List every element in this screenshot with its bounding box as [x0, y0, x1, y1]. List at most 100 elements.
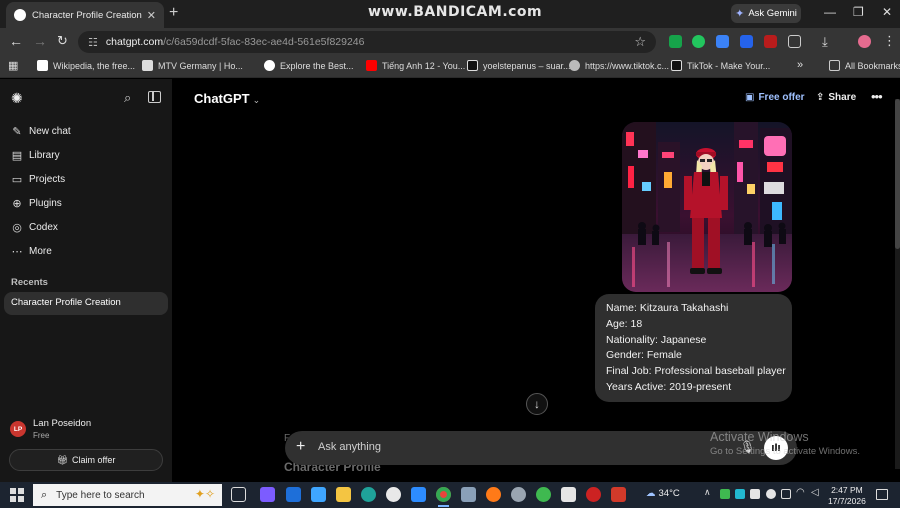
sidebar-item-projects[interactable]: ▭ Projects [11, 173, 65, 186]
sidebar-item-codex[interactable]: ◎ Codex [11, 221, 58, 234]
forward-arrow-icon[interactable]: → [33, 33, 47, 49]
recorder-ext-icon[interactable] [764, 35, 777, 48]
bookmark-item[interactable]: TikTok - Make Your... [671, 60, 770, 71]
download-ext-icon[interactable] [716, 35, 729, 48]
library-icon: ▤ [11, 150, 23, 162]
folder-icon: ▭ [11, 174, 23, 186]
bookmark-item[interactable]: yoelstepanus – suar... [467, 60, 571, 71]
restore-icon[interactable]: ❐ [853, 5, 864, 19]
browser-menu-icon[interactable]: ⋮ [883, 33, 896, 49]
claim-offer-button[interactable]: 🎁︎ Claim offer [9, 449, 163, 471]
app-icon[interactable] [536, 487, 551, 502]
outlook-icon[interactable] [286, 487, 301, 502]
more-bookmarks-chevron-icon[interactable]: » [797, 59, 803, 71]
extension-a-icon[interactable] [669, 35, 682, 48]
bandicam-icon[interactable] [611, 487, 626, 502]
minimize-icon[interactable]: — [824, 5, 836, 19]
bookmark-item[interactable]: MTV Germany | Ho... [142, 60, 243, 71]
app-icon[interactable] [511, 487, 526, 502]
reload-icon[interactable]: ↻ [57, 33, 68, 49]
tiktok-icon [467, 60, 478, 71]
site-info-icon[interactable]: ☷ [88, 36, 98, 49]
scroll-to-bottom-button[interactable]: ↓ [526, 393, 548, 415]
tray-app-icon[interactable] [735, 489, 745, 499]
share-button[interactable]: ⇪ Share [816, 92, 856, 103]
bookmark-label: MTV Germany | Ho... [158, 60, 243, 71]
window-close-icon[interactable]: ✕ [882, 5, 892, 19]
back-arrow-icon[interactable]: ← [9, 33, 23, 49]
profile-line: Nationality: Japanese [606, 333, 707, 346]
media-player-icon[interactable] [386, 487, 401, 502]
sidebar-item-more[interactable]: ⋯ More [11, 245, 52, 258]
bookmark-label: TikTok - Make Your... [687, 60, 771, 71]
store-icon[interactable] [311, 487, 326, 502]
avatar: LP [10, 421, 26, 437]
uploaded-character-image[interactable] [622, 122, 792, 292]
sidebar-toggle-icon[interactable] [148, 91, 161, 103]
firefox-icon[interactable] [486, 487, 501, 502]
address-bar[interactable]: ☷ chatgpt.com/c/6a59dcdf-5fac-83ec-ae4d-… [78, 31, 656, 53]
user-profile[interactable]: LP Lan Poseidon Free [10, 418, 91, 440]
sidebar: ✺ ⌕ ✎ New chat ▤ Library ▭ Projects ⊕ Pl… [0, 79, 172, 482]
bookmark-item[interactable]: Explore the Best... [264, 60, 354, 71]
add-attachment-icon[interactable]: + [296, 438, 305, 456]
tab-close-icon[interactable]: ✕ [147, 9, 156, 22]
extension-grammar-icon[interactable] [692, 35, 705, 48]
sidebar-item-plugins[interactable]: ⊕ Plugins [11, 197, 61, 210]
photos-icon[interactable] [411, 487, 426, 502]
volume-icon[interactable]: ◁ [811, 487, 821, 498]
ask-gemini-button[interactable]: ✦ Ask Gemini [731, 4, 801, 23]
new-tab-button[interactable]: + [169, 4, 178, 22]
browser-tab[interactable]: Character Profile Creation ✕ [6, 2, 164, 28]
search-icon[interactable]: ⌕ [124, 90, 131, 106]
scrollbar-thumb[interactable] [895, 99, 900, 249]
network-icon[interactable] [781, 489, 791, 499]
weather-widget[interactable]: ☁ 34°C [646, 488, 680, 499]
recorder-watermark: www.BANDICAM.com [368, 4, 543, 20]
bookmark-item[interactable]: Tiếng Anh 12 - You... [366, 60, 465, 71]
sidebar-item-new-chat[interactable]: ✎ New chat [11, 125, 70, 138]
copilot-icon[interactable] [260, 487, 275, 502]
system-clock[interactable]: 2:47 PM 17/7/2026 [828, 485, 866, 507]
tray-app-icon[interactable] [750, 489, 760, 499]
wikipedia-icon [37, 60, 48, 71]
gift-icon: ▣ [745, 92, 755, 103]
sidebar-item-library[interactable]: ▤ Library [11, 149, 60, 162]
all-bookmarks-label: All Bookmarks [845, 60, 900, 71]
record-icon[interactable] [586, 487, 601, 502]
file-explorer-icon[interactable] [336, 487, 351, 502]
download-ext-2-icon[interactable] [740, 35, 753, 48]
windows-start-icon[interactable] [10, 488, 24, 502]
edge-icon[interactable] [361, 487, 376, 502]
profile-line: Final Job: Professional baseball player [606, 365, 786, 378]
sidebar-item-label: Codex [29, 222, 58, 233]
free-offer-button[interactable]: ▣ Free offer [745, 92, 805, 103]
bookmark-item[interactable]: Wikipedia, the free... [37, 60, 135, 71]
more-options-icon[interactable]: ••• [871, 89, 883, 104]
bookmark-star-icon[interactable]: ☆ [634, 34, 646, 50]
taskbar-search-box[interactable]: ⌕ Type here to search ✦✧ [33, 484, 222, 506]
bookmark-item[interactable]: https://www.tiktok.c... [569, 60, 669, 71]
all-bookmarks[interactable]: All Bookmarks [829, 60, 900, 71]
chrome-icon[interactable] [436, 487, 451, 507]
scrollbar[interactable] [895, 99, 900, 469]
user-name: Lan Poseidon [33, 418, 92, 429]
composer-placeholder[interactable]: Ask anything [318, 441, 381, 453]
openai-logo-icon[interactable]: ✺ [11, 90, 23, 107]
activate-windows-title: Activate Windows [710, 430, 809, 444]
profile-avatar-icon[interactable] [858, 35, 871, 48]
recent-chat-item[interactable]: Character Profile Creation [4, 292, 168, 315]
app-icon[interactable] [461, 487, 476, 502]
downloads-icon[interactable]: ⤓ [822, 34, 828, 50]
model-selector[interactable]: ChatGPT ⌄ [194, 91, 260, 106]
task-view-icon[interactable] [231, 487, 246, 502]
chevron-up-icon[interactable]: ∧ [704, 487, 714, 497]
extensions-puzzle-icon[interactable] [788, 35, 801, 48]
notification-icon[interactable] [876, 489, 888, 500]
plugins-icon: ⊕ [12, 198, 22, 210]
wifi-icon[interactable]: ◠ [796, 487, 806, 498]
tray-app-icon[interactable] [766, 489, 776, 499]
tray-app-icon[interactable] [720, 489, 730, 499]
app-icon[interactable] [561, 487, 576, 502]
apps-grid-icon[interactable]: ▦ [8, 59, 18, 72]
